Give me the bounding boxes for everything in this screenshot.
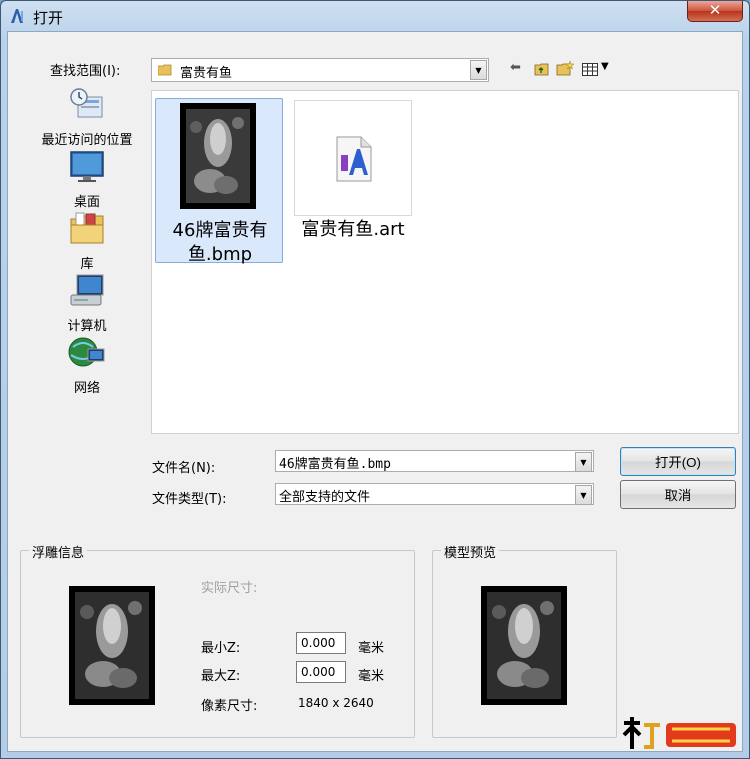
filetype-combo[interactable]: 全部支持的文件 ▼ [275,483,594,505]
open-button[interactable]: 打开(O) [620,447,736,476]
filetype-dropdown-button[interactable]: ▼ [575,485,592,505]
back-icon[interactable]: ⬅ [510,60,521,75]
place-label: 计算机 [67,319,107,334]
folder-icon [158,64,172,76]
dialog-client: 查找范围(I): 富贵有鱼 ▼ ⬅ ▼ 最近访问的位置 桌面 库 计算机 网络 … [7,31,743,752]
max-z-input[interactable]: 0.000 [296,661,346,683]
network-icon [68,337,105,367]
chevron-down-icon: ▼ [580,491,587,500]
window-title: 打开 [33,9,64,27]
lookin-label: 查找范围(I): [50,64,121,79]
filename-combo[interactable]: 46牌富贵有鱼.bmp ▼ [275,450,594,472]
art-file-icon [336,136,372,182]
place-label: 网络 [73,381,100,396]
max-z-label: 最大Z: [201,669,241,684]
recent-places-icon [70,88,103,118]
place-computer[interactable]: 计算机 [28,273,146,334]
open-dialog-window: 打开 ✕ 查找范围(I): 富贵有鱼 ▼ ⬅ ▼ 最近访问的位置 桌面 库 计算… [0,0,750,759]
filetype-value: 全部支持的文件 [279,490,371,505]
lookin-value: 富贵有鱼 [180,66,233,81]
model-preview-title: 模型预览 [441,542,500,561]
file-name: 富贵有鱼.art [301,219,405,240]
filetype-label: 文件类型(T): [152,492,227,507]
view-menu-icon[interactable] [582,63,598,76]
relief-info-title: 浮雕信息 [29,542,88,561]
cancel-button[interactable]: 取消 [620,480,736,509]
place-desktop[interactable]: 桌面 [28,149,146,210]
desktop-icon [70,151,104,182]
close-icon: ✕ [708,1,722,19]
min-z-label: 最小Z: [201,641,241,656]
model-preview-image [481,586,567,705]
min-z-unit: 毫米 [358,641,385,656]
new-folder-icon[interactable] [556,61,574,77]
pixel-size-value: 1840 x 2640 [298,696,374,710]
place-label: 最近访问的位置 [41,133,133,148]
model-preview-group: 模型预览 [432,542,617,738]
max-z-unit: 毫米 [358,669,385,684]
place-label: 库 [80,257,94,272]
place-recent[interactable]: 最近访问的位置 [28,87,146,148]
relief-info-group: 浮雕信息 实际尺寸: 最小Z: 0.000 毫米 最大Z: 0.000 毫米 像… [20,542,415,738]
app-icon [11,9,23,23]
file-item-bmp[interactable]: 46牌富贵有鱼.bmp [155,98,283,265]
up-folder-icon[interactable] [534,62,550,77]
filename-value: 46牌富贵有鱼.bmp [279,457,391,472]
file-item-art[interactable]: 富贵有鱼.art [289,98,417,263]
file-name: 46牌富贵有鱼.bmp [172,220,268,265]
close-button[interactable]: ✕ [687,1,743,22]
place-network[interactable]: 网络 [28,335,146,396]
view-chevron-down-icon[interactable]: ▼ [601,61,609,72]
chevron-down-icon: ▼ [580,458,587,467]
actual-size-label: 实际尺寸: [201,581,258,596]
computer-icon [70,274,104,306]
relief-preview-image [69,586,155,705]
places-bar: 最近访问的位置 桌面 库 计算机 网络 [28,87,146,397]
lookin-combo[interactable]: 富贵有鱼 ▼ [151,58,489,82]
filename-dropdown-button[interactable]: ▼ [575,452,592,472]
pixel-size-label: 像素尺寸: [201,699,258,714]
file-list[interactable]: 46牌富贵有鱼.bmp 富贵有鱼.art [151,90,739,434]
chevron-down-icon: ▼ [475,66,482,75]
library-icon [70,212,104,244]
place-label: 桌面 [73,195,100,210]
title-bar[interactable]: 打开 ✕ [1,1,749,31]
place-library[interactable]: 库 [28,211,146,272]
file-thumbnail-frame [294,100,412,216]
watermark-logo-icon [622,717,736,749]
min-z-input[interactable]: 0.000 [296,632,346,654]
relief-thumbnail-icon [180,103,256,209]
lookin-dropdown-button[interactable]: ▼ [470,60,487,80]
filename-label: 文件名(N): [152,461,216,476]
